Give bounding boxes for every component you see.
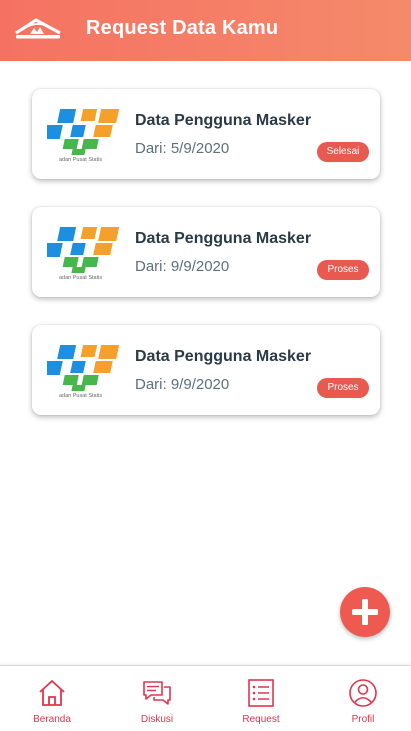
add-request-button[interactable] bbox=[340, 587, 390, 637]
plus-icon bbox=[352, 599, 378, 625]
request-title: Data Pengguna Masker bbox=[135, 230, 312, 247]
status-badge: Selesai bbox=[317, 142, 369, 162]
page-title: Request Data Kamu bbox=[86, 17, 279, 39]
request-date: Dari: 9/9/2020 bbox=[135, 376, 230, 393]
status-badge: Proses bbox=[317, 260, 369, 280]
request-date: Dari: 5/9/2020 bbox=[135, 140, 230, 157]
nav-label: Request bbox=[242, 714, 280, 725]
request-title: Data Pengguna Masker bbox=[135, 348, 312, 365]
request-card[interactable]: adan Pusat Statis Data Pengguna Masker D… bbox=[32, 89, 380, 179]
nav-label: Profil bbox=[351, 714, 375, 725]
profile-icon bbox=[349, 679, 377, 707]
list-icon bbox=[248, 679, 274, 707]
red-house-logo-icon bbox=[15, 18, 61, 39]
bps-logo-text: adan Pusat Statis bbox=[59, 157, 102, 163]
bps-logo-icon: adan Pusat Statis bbox=[47, 109, 120, 163]
home-icon bbox=[39, 680, 65, 706]
nav-item-diskusi[interactable]: Diskusi bbox=[117, 666, 197, 731]
nav-item-beranda[interactable]: Beranda bbox=[12, 666, 92, 731]
bottom-nav: Beranda Diskusi Request Profil bbox=[0, 665, 411, 731]
bps-logo-icon: adan Pusat Statis bbox=[47, 227, 120, 281]
bps-logo-text: adan Pusat Statis bbox=[59, 393, 102, 399]
status-badge: Proses bbox=[317, 378, 369, 398]
nav-label: Diskusi bbox=[140, 714, 174, 725]
bps-logo-icon: adan Pusat Statis bbox=[47, 345, 120, 399]
chat-icon bbox=[143, 681, 171, 705]
request-card[interactable]: adan Pusat Statis Data Pengguna Masker D… bbox=[32, 325, 380, 415]
request-card[interactable]: adan Pusat Statis Data Pengguna Masker D… bbox=[32, 207, 380, 297]
nav-item-profil[interactable]: Profil bbox=[323, 666, 403, 731]
nav-item-request[interactable]: Request bbox=[221, 666, 301, 731]
request-title: Data Pengguna Masker bbox=[135, 112, 312, 129]
bps-logo-text: adan Pusat Statis bbox=[59, 275, 102, 281]
nav-label: Beranda bbox=[33, 714, 71, 725]
request-date: Dari: 9/9/2020 bbox=[135, 258, 230, 275]
app-header: Request Data Kamu bbox=[0, 0, 411, 61]
